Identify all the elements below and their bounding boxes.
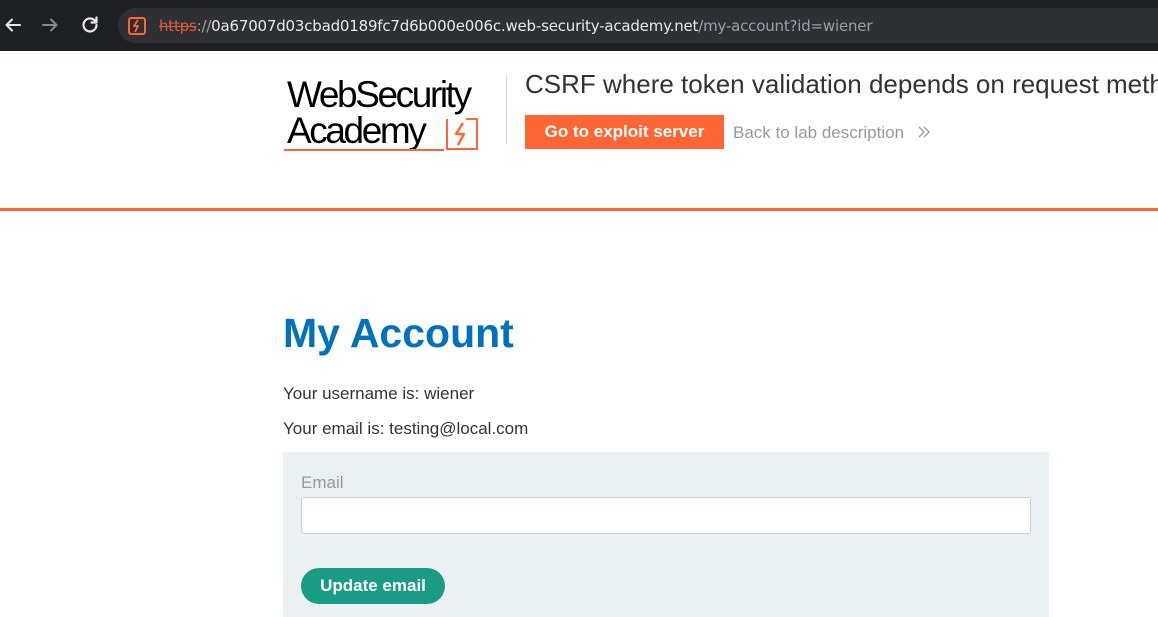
change-email-form: Email Update email [283,452,1049,617]
address-bar[interactable]: https://0a67007d03cbad0189fc7d6b000e006c… [118,8,1158,43]
url-scheme: https [159,17,197,35]
email-label: Email [301,473,344,492]
site-favicon-icon [128,17,146,35]
back-arrow-icon[interactable] [2,14,24,36]
url-separator: :// [196,17,212,35]
go-to-exploit-server-button[interactable]: Go to exploit server [525,115,724,149]
logo-underline [284,149,444,151]
header-separator [0,208,1158,211]
academy-logo[interactable]: WebSecurity Academy [284,74,506,156]
lightning-bolt-icon [446,118,478,150]
lab-title: CSRF where token validation depends on r… [525,69,1158,99]
page-title: My Account [283,310,514,356]
url-path: /my-account?id=wiener [698,17,873,35]
username-text: Your username is: wiener [283,384,475,403]
email-input[interactable] [301,497,1031,534]
email-text: Your email is: testing@local.com [283,419,529,438]
double-chevron-right-icon[interactable] [917,124,931,140]
forward-arrow-icon[interactable] [39,14,61,36]
back-to-lab-description-link[interactable]: Back to lab description [733,123,904,143]
browser-toolbar: https://0a67007d03cbad0189fc7d6b000e006c… [0,0,1158,51]
logo-text-line1: WebSecurity [287,74,472,115]
header-divider [506,76,507,144]
logo-text-line2: Academy [287,110,427,151]
url-text[interactable]: https://0a67007d03cbad0189fc7d6b000e006c… [159,17,872,35]
update-email-button[interactable]: Update email [301,568,445,604]
reload-icon[interactable] [79,14,101,36]
url-host: 0a67007d03cbad0189fc7d6b000e006c.web-sec… [211,17,699,35]
